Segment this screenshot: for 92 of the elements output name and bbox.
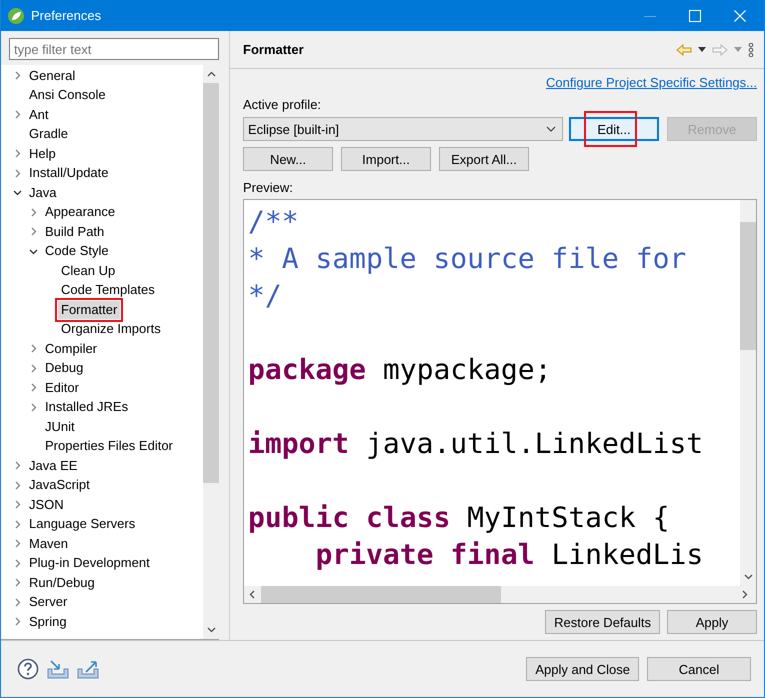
tree-item[interactable]: Server bbox=[26, 593, 70, 612]
tree-item[interactable]: Gradle bbox=[26, 125, 72, 144]
tree-item[interactable]: Compiler bbox=[42, 340, 100, 358]
tree-item[interactable]: Ansi Console bbox=[26, 86, 109, 104]
tree-item[interactable]: Plug-in Development bbox=[26, 554, 153, 572]
tree-item[interactable]: Editor bbox=[42, 378, 82, 397]
tree-item[interactable]: JSON bbox=[26, 496, 67, 514]
scroll-down-icon[interactable] bbox=[744, 574, 752, 580]
close-icon[interactable] bbox=[734, 10, 746, 22]
code-line: public class MyIntStack { bbox=[248, 500, 670, 536]
tree-item[interactable]: Java bbox=[26, 184, 60, 202]
maximize-icon[interactable] bbox=[689, 10, 701, 22]
chevron-right-icon[interactable] bbox=[13, 500, 22, 510]
chevron-down-icon[interactable] bbox=[546, 126, 556, 132]
chevron-down-icon[interactable] bbox=[13, 188, 22, 198]
scroll-right-icon[interactable] bbox=[742, 590, 748, 599]
tree-item[interactable]: Run/Debug bbox=[26, 574, 98, 592]
tree-item[interactable]: JUnit bbox=[42, 418, 78, 436]
chevron-right-icon[interactable] bbox=[13, 461, 22, 470]
tree-item[interactable]: Ant bbox=[26, 106, 52, 124]
chevron-down-icon[interactable] bbox=[29, 246, 38, 256]
scroll-up-icon[interactable] bbox=[206, 71, 216, 77]
export-icon[interactable] bbox=[77, 659, 99, 679]
button[interactable]: Import... bbox=[341, 147, 431, 171]
button[interactable]: New... bbox=[243, 147, 333, 171]
field-label: Active profile: bbox=[243, 97, 322, 112]
tree-item[interactable]: JavaScript bbox=[26, 476, 93, 494]
chevron-right-icon[interactable] bbox=[13, 520, 22, 529]
tree-item[interactable]: Code Style bbox=[42, 242, 112, 260]
tree-item[interactable]: Properties Files Editor bbox=[42, 437, 176, 456]
import-icon[interactable] bbox=[47, 659, 69, 679]
tree-item[interactable]: Spring bbox=[26, 612, 70, 631]
scroll-down-icon[interactable] bbox=[206, 627, 216, 633]
tree-item[interactable]: Installed JREs bbox=[42, 398, 132, 416]
scroll-left-icon[interactable] bbox=[249, 590, 255, 599]
chevron-right-icon[interactable] bbox=[13, 578, 22, 588]
chevron-right-icon[interactable] bbox=[29, 227, 38, 236]
tree-item[interactable]: Clean Up bbox=[58, 262, 118, 280]
code-line: import java.util.LinkedList bbox=[248, 426, 704, 462]
chevron-right-icon[interactable] bbox=[13, 539, 22, 548]
button[interactable]: Apply bbox=[667, 610, 757, 634]
chevron-right-icon[interactable] bbox=[13, 71, 22, 80]
chevron-right-icon[interactable] bbox=[13, 168, 22, 178]
scrollbar[interactable] bbox=[203, 65, 219, 639]
tree-item[interactable]: Java EE bbox=[26, 456, 80, 475]
tree-item[interactable]: Help bbox=[26, 144, 59, 163]
code-line: package mypackage; bbox=[248, 352, 552, 388]
tree-item[interactable]: Install/Update bbox=[26, 164, 112, 182]
chevron-right-icon[interactable] bbox=[13, 480, 22, 490]
tree-item[interactable]: Maven bbox=[26, 534, 72, 553]
tree-item[interactable]: Debug bbox=[42, 359, 86, 378]
preview-label: Preview: bbox=[243, 180, 294, 195]
dropdown-value: Eclipse [built-in] bbox=[248, 122, 340, 136]
tree-item[interactable]: Language Servers bbox=[26, 515, 138, 534]
filter-field[interactable]: type filter text bbox=[9, 38, 219, 60]
profile-dropdown[interactable]: Eclipse [built-in] bbox=[243, 117, 563, 141]
configure-link[interactable]: Configure Project Specific Settings... bbox=[546, 75, 757, 90]
chevron-right-icon[interactable] bbox=[29, 364, 38, 373]
chevron-right-icon[interactable] bbox=[29, 344, 38, 354]
help-icon[interactable] bbox=[17, 658, 39, 680]
more-icon[interactable] bbox=[748, 42, 754, 56]
leaf-icon bbox=[7, 6, 25, 24]
page-title: Formatter bbox=[243, 42, 304, 57]
code-line: */ bbox=[248, 278, 283, 314]
chevron-right-icon[interactable] bbox=[29, 402, 38, 412]
chevron-right-icon[interactable] bbox=[29, 383, 38, 392]
highlight-box bbox=[584, 111, 637, 147]
chevron-right-icon[interactable] bbox=[13, 558, 22, 568]
button[interactable]: Export All... bbox=[439, 147, 529, 171]
chevron-right-icon[interactable] bbox=[13, 598, 22, 607]
button[interactable]: Cancel bbox=[647, 657, 751, 681]
caret-icon[interactable] bbox=[698, 47, 706, 52]
tree-item[interactable]: Code Templates bbox=[58, 281, 158, 300]
code-line: /** bbox=[248, 204, 300, 240]
chevron-right-icon[interactable] bbox=[13, 110, 22, 120]
code-line: * A sample source file for bbox=[248, 241, 688, 277]
scroll-thumb[interactable] bbox=[261, 586, 501, 603]
chevron-right-icon[interactable] bbox=[13, 149, 22, 158]
back-arrow-icon[interactable] bbox=[676, 44, 692, 56]
tree-item[interactable]: Formatter bbox=[58, 300, 120, 319]
button[interactable]: Edit... bbox=[569, 117, 659, 141]
window-title: Preferences bbox=[31, 8, 102, 23]
scroll-thumb[interactable] bbox=[740, 222, 756, 350]
code-line: private final LinkedLis bbox=[314, 537, 704, 573]
button[interactable]: Restore Defaults bbox=[545, 610, 660, 634]
tree-item[interactable]: Organize Imports bbox=[58, 320, 164, 338]
tree-item[interactable]: Build Path bbox=[42, 222, 108, 241]
chevron-right-icon[interactable] bbox=[29, 208, 38, 217]
tree-item[interactable]: General bbox=[26, 66, 78, 85]
tree-item[interactable]: Appearance bbox=[42, 203, 118, 222]
button[interactable]: Apply and Close bbox=[526, 657, 639, 681]
chevron-right-icon[interactable] bbox=[13, 617, 22, 626]
